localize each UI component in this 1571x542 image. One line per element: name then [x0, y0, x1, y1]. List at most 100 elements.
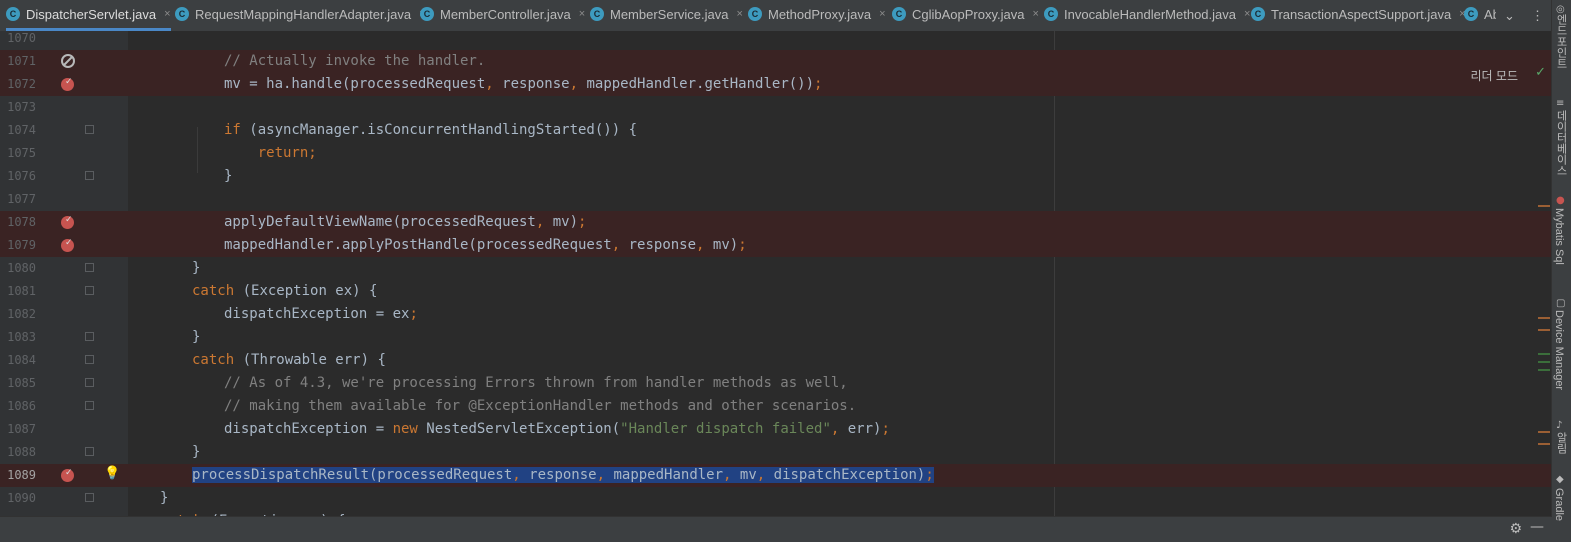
- line-number[interactable]: 1088: [0, 445, 36, 459]
- code-text[interactable]: dispatchException = ex;: [224, 306, 418, 322]
- close-icon[interactable]: ×: [579, 8, 585, 20]
- fold-marker-icon[interactable]: [85, 493, 94, 502]
- code-line[interactable]: 1084 catch (Throwable err) {: [0, 349, 1552, 372]
- code-line[interactable]: 1074 if (asyncManager.isConcurrentHandlin…: [0, 119, 1552, 142]
- close-icon[interactable]: ×: [879, 8, 885, 20]
- code-line[interactable]: 1089 ✓ 💡 processDispatchResult(processedReq…: [0, 464, 1552, 487]
- scrollbar-marker[interactable]: [1538, 361, 1550, 363]
- code-line[interactable]: 1086 // making them available for @Except…: [0, 395, 1552, 418]
- fold-marker-icon[interactable]: [85, 286, 94, 295]
- tab-2[interactable]: C MemberController.java ×: [420, 0, 585, 28]
- code-text[interactable]: }: [160, 490, 168, 506]
- line-number[interactable]: 1077: [0, 192, 36, 206]
- code-line[interactable]: 1077: [0, 188, 1552, 211]
- line-number[interactable]: 1086: [0, 399, 36, 413]
- scrollbar-marker[interactable]: [1538, 353, 1550, 355]
- gear-icon[interactable]: ⚙: [1509, 521, 1522, 537]
- code-line[interactable]: 1073: [0, 96, 1552, 119]
- endpoints-tool-tab[interactable]: 엔드포인트: [1553, 14, 1569, 69]
- close-icon[interactable]: ×: [737, 8, 743, 20]
- line-number[interactable]: 1089: [0, 468, 36, 482]
- code-line[interactable]: 1071 // Actually invoke the handler.: [0, 50, 1552, 73]
- tab-7[interactable]: C TransactionAspectSupport.java ×: [1251, 0, 1466, 28]
- code-line[interactable]: 1078 ✓ applyDefaultViewName(processedReque…: [0, 211, 1552, 234]
- line-number[interactable]: 1074: [0, 123, 36, 137]
- line-number[interactable]: 1082: [0, 307, 36, 321]
- line-number[interactable]: 1081: [0, 284, 36, 298]
- code-text[interactable]: // As of 4.3, we're processing Errors th…: [224, 375, 848, 391]
- code-text[interactable]: }: [192, 444, 200, 460]
- code-text[interactable]: applyDefaultViewName(processedRequest, m…: [224, 214, 586, 230]
- tab-6[interactable]: C InvocableHandlerMethod.java ×: [1044, 0, 1250, 28]
- code-line[interactable]: 1080}: [0, 257, 1552, 280]
- code-line[interactable]: 1082 dispatchException = ex;: [0, 303, 1552, 326]
- code-line[interactable]: 1070: [0, 31, 1552, 50]
- scrollbar-marker[interactable]: [1538, 205, 1550, 207]
- close-icon[interactable]: ×: [1244, 8, 1250, 20]
- code-line[interactable]: 1081 catch (Exception ex) {: [0, 280, 1552, 303]
- code-line[interactable]: 1072 ✓ mv = ha.handle(processedRequest, re…: [0, 73, 1552, 96]
- code-text[interactable]: }: [224, 168, 232, 184]
- code-text[interactable]: catch (Throwable err) {: [192, 352, 386, 368]
- tab-3[interactable]: C MemberService.java ×: [590, 0, 743, 28]
- fold-marker-icon[interactable]: [85, 401, 94, 410]
- line-number[interactable]: 1087: [0, 422, 36, 436]
- line-number[interactable]: 1070: [0, 31, 36, 45]
- notifications-tool-tab[interactable]: 알림: [1553, 432, 1569, 454]
- tab-4[interactable]: C MethodProxy.java ×: [748, 0, 886, 28]
- breakpoint-icon[interactable]: ✓: [61, 215, 74, 229]
- line-number[interactable]: 1090: [0, 491, 36, 505]
- code-text[interactable]: }: [192, 329, 200, 345]
- inspection-ok-icon[interactable]: ✓: [1535, 65, 1546, 80]
- lightbulb-icon[interactable]: 💡: [104, 466, 120, 481]
- gradle-tool-tab[interactable]: Gradle: [1553, 488, 1565, 521]
- scrollbar-marker[interactable]: [1538, 329, 1550, 331]
- breakpoint-icon[interactable]: ✓: [61, 238, 74, 252]
- code-text[interactable]: }: [192, 260, 200, 276]
- code-line[interactable]: 1088}: [0, 441, 1552, 464]
- fold-marker-icon[interactable]: [85, 447, 94, 456]
- code-line[interactable]: 1079 ✓ mappedHandler.applyPostHandle(proce…: [0, 234, 1552, 257]
- line-number[interactable]: 1083: [0, 330, 36, 344]
- code-text[interactable]: mappedHandler.applyPostHandle(processedR…: [224, 237, 747, 253]
- breakpoint-icon[interactable]: ✓: [61, 77, 74, 91]
- fold-marker-icon[interactable]: [85, 263, 94, 272]
- code-editor[interactable]: 1070 1071// Actually invoke the handler. 1…: [0, 31, 1552, 517]
- tab-list-dropdown-icon[interactable]: ⌄: [1504, 8, 1515, 24]
- code-line[interactable]: 1085 // As of 4.3, we're processing Error…: [0, 372, 1552, 395]
- scrollbar-marker[interactable]: [1538, 431, 1550, 433]
- code-text[interactable]: catch (Exception ex) {: [192, 283, 377, 299]
- muted-breakpoint-icon[interactable]: [61, 54, 75, 68]
- scrollbar-marker[interactable]: [1538, 369, 1550, 371]
- database-tool-tab[interactable]: 데이터베이스: [1553, 110, 1569, 176]
- line-number[interactable]: 1071: [0, 54, 36, 68]
- code-text[interactable]: mv = ha.handle(processedRequest, respons…: [224, 76, 822, 92]
- tab-5[interactable]: C CglibAopProxy.java ×: [892, 0, 1039, 28]
- scrollbar-marker[interactable]: [1538, 443, 1550, 445]
- breakpoint-icon[interactable]: ✓: [61, 468, 74, 482]
- line-number[interactable]: 1078: [0, 215, 36, 229]
- fold-marker-icon[interactable]: [85, 171, 94, 180]
- close-icon[interactable]: ×: [164, 8, 170, 20]
- line-number[interactable]: 1085: [0, 376, 36, 390]
- code-text[interactable]: processDispatchResult(processedRequest, …: [192, 467, 934, 483]
- fold-marker-icon[interactable]: [85, 125, 94, 134]
- code-text[interactable]: return;: [224, 145, 317, 161]
- line-number[interactable]: 1079: [0, 238, 36, 252]
- code-line[interactable]: 1083}: [0, 326, 1552, 349]
- fold-marker-icon[interactable]: [85, 378, 94, 387]
- fold-marker-icon[interactable]: [85, 332, 94, 341]
- code-line[interactable]: 1076}: [0, 165, 1552, 188]
- code-text[interactable]: // Actually invoke the handler.: [224, 53, 485, 69]
- line-number[interactable]: 1073: [0, 100, 36, 114]
- line-number[interactable]: 1080: [0, 261, 36, 275]
- code-line[interactable]: 1087 dispatchException = new NestedServle…: [0, 418, 1552, 441]
- line-number[interactable]: 1084: [0, 353, 36, 367]
- minimize-icon[interactable]: —: [1530, 519, 1544, 535]
- tab-0[interactable]: C DispatcherServlet.java ×: [6, 0, 171, 31]
- scrollbar-marker[interactable]: [1538, 317, 1550, 319]
- close-icon[interactable]: ×: [1032, 8, 1038, 20]
- code-text[interactable]: if (asyncManager.isConcurrentHandlingSta…: [224, 122, 637, 138]
- mybatis-sql-tool-tab[interactable]: Mybatis Sql: [1553, 208, 1565, 265]
- code-text[interactable]: dispatchException = new NestedServletExc…: [224, 421, 890, 437]
